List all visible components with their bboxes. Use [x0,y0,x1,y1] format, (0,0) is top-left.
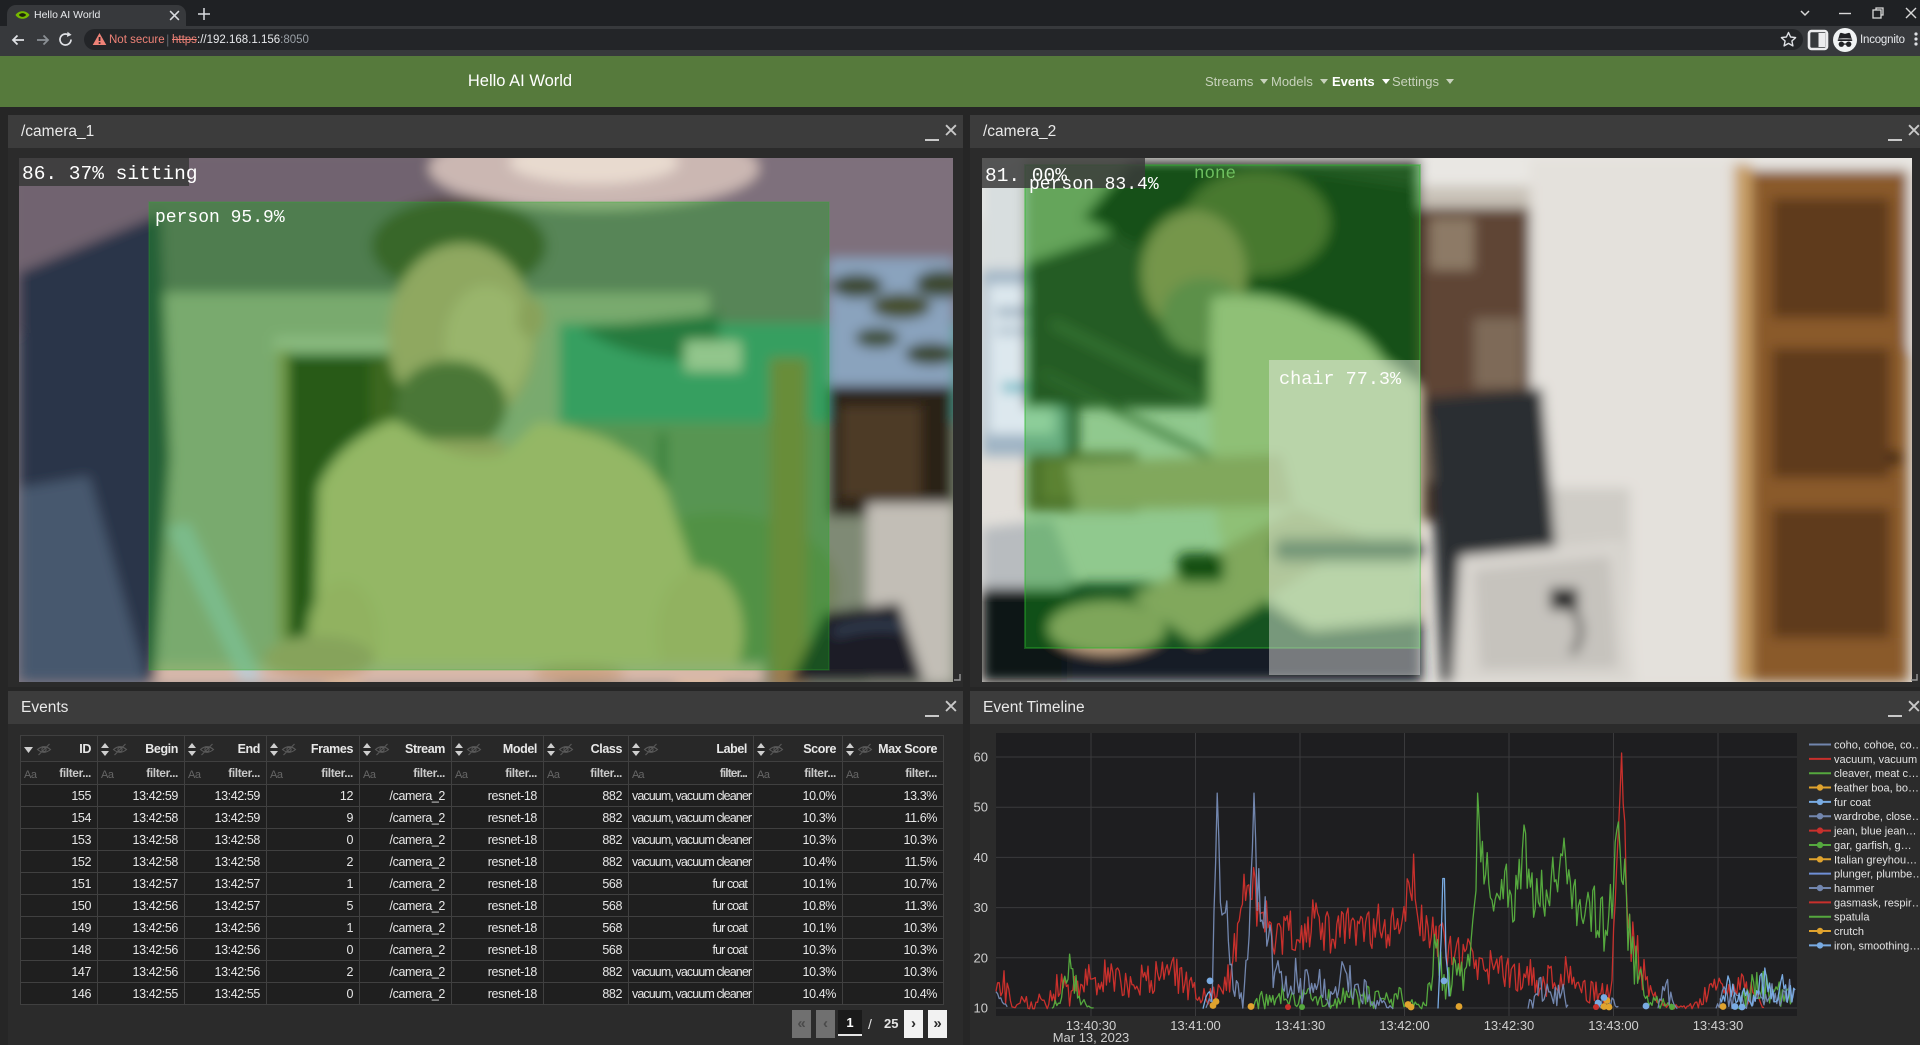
svg-text:person 95.9%: person 95.9% [155,208,285,228]
svg-text:person 83.4%: person 83.4% [1029,175,1159,195]
svg-text:86. 37% sitting: 86. 37% sitting [22,163,198,185]
svg-text:chair 77.3%: chair 77.3% [1279,369,1402,390]
svg-text:none: none [1194,164,1236,184]
